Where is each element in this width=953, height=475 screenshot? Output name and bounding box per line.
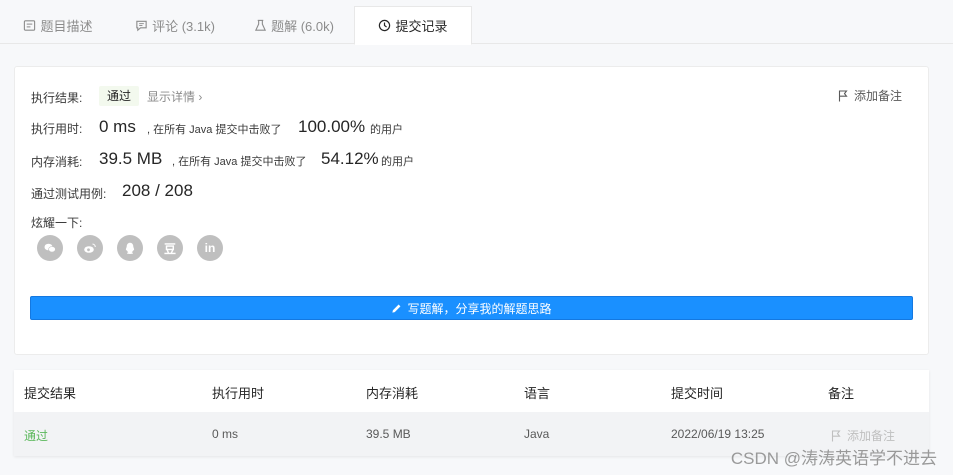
row-runtime: 0 ms [212,427,239,441]
row-add-note-label: 添加备注 [847,429,896,443]
table-header: 提交结果 执行用时 内存消耗 语言 提交时间 备注 [14,370,929,412]
share-buttons: 豆 in [37,235,223,261]
row-memory: 39.5 MB [366,427,411,441]
comment-icon [136,20,147,31]
tab-bar: 题目描述 评论 (3.1k) 题解 (6.0k) 提交记录 [0,0,953,45]
write-solution-button[interactable]: 写题解，分享我的解题思路 [30,296,913,320]
linkedin-icon[interactable]: in [197,235,223,261]
tab-comments-label: 评论 (3.1k) [152,18,215,34]
flag-icon [831,429,841,441]
add-note-button[interactable]: 添加备注 [838,87,902,104]
show-details-link[interactable]: 显示详情 › [147,88,202,105]
wechat-icon[interactable] [37,235,63,261]
share-label: 炫耀一下: [31,216,83,230]
flask-icon [255,19,267,31]
memory-beat-text: , 在所有 Java 提交中击败了 [172,156,307,168]
header-result: 提交结果 [24,386,77,401]
weibo-icon[interactable] [77,235,103,261]
tab-solutions-label: 题解 (6.0k) [271,18,334,34]
flag-icon [838,89,848,101]
tab-submissions-label: 提交记录 [395,19,448,34]
watermark: CSDN @涛涛英语学不进去 [730,449,937,468]
runtime-beat-text: , 在所有 Java 提交中击败了 [147,124,282,136]
tab-submissions[interactable]: 提交记录 [354,6,472,45]
row-submitted: 2022/06/19 13:25 [671,427,765,441]
header-memory: 内存消耗 [366,386,419,401]
memory-value: 39.5 MB [99,149,163,168]
runtime-value: 0 ms [99,117,136,136]
add-note-label: 添加备注 [853,89,902,103]
douban-icon[interactable]: 豆 [157,235,183,261]
header-submitted: 提交时间 [671,386,724,401]
memory-percent: 54.12% [321,149,379,168]
result-card: 执行结果: 通过 显示详情 › 添加备注 执行用时: 0 ms , 在所有 Ja… [14,66,929,355]
status-badge: 通过 [99,86,140,106]
test-cases-label: 通过测试用例: [31,187,107,201]
memory-suffix: 的用户 [381,156,414,168]
header-note: 备注 [828,386,855,401]
row-result-link[interactable]: 通过 [24,427,48,444]
header-language: 语言 [524,386,551,401]
tab-comments[interactable]: 评论 (3.1k) [116,6,234,44]
status-label: 执行结果: [31,91,83,105]
pencil-icon [392,304,401,313]
test-cases-value: 208 / 208 [122,181,193,200]
memory-label: 内存消耗: [31,155,83,169]
runtime-percent: 100.00% [298,117,366,136]
row-add-note-button[interactable]: 添加备注 [831,427,895,444]
runtime-label: 执行用时: [31,122,83,136]
tab-description-label: 题目描述 [40,18,93,34]
tab-solutions[interactable]: 题解 (6.0k) [234,6,354,44]
row-language: Java [524,427,550,441]
header-runtime: 执行用时 [212,386,265,401]
runtime-suffix: 的用户 [370,124,403,136]
qq-icon[interactable] [117,235,143,261]
tab-description[interactable]: 题目描述 [0,6,116,44]
write-solution-label: 写题解，分享我的解题思路 [407,301,552,316]
clock-icon [379,19,391,32]
document-icon [24,19,36,31]
